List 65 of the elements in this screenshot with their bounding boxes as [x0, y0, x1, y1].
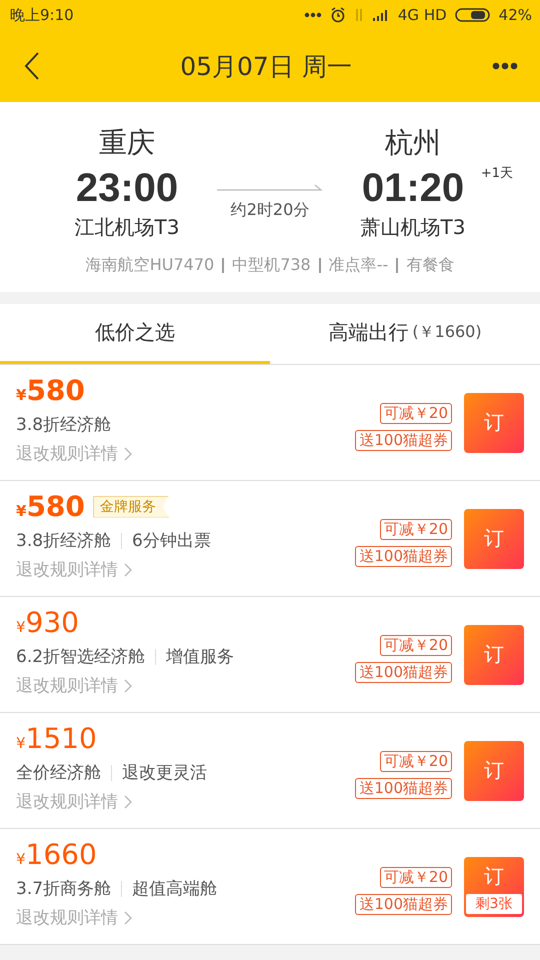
chevron-icon	[124, 446, 132, 460]
cabin-tag: 超值高端舱	[132, 877, 218, 900]
cabin-tag: 增值服务	[166, 645, 234, 668]
arrival-city: 杭州	[385, 125, 441, 161]
cabin-tag: 3.8折经济舱	[16, 413, 112, 436]
alarm-icon	[330, 7, 346, 23]
back-icon	[24, 52, 40, 80]
flight-detail: 有餐食	[406, 255, 454, 276]
cabin-tag: 6分钟出票	[132, 529, 211, 552]
coupon-tag: 送100猫超券	[355, 662, 452, 682]
discount-tag: 可减￥20	[380, 866, 452, 888]
fare-tab[interactable]: 高端出行 (￥1660)	[270, 304, 540, 364]
discount-tag: 可减￥20	[380, 518, 452, 540]
chevron-icon	[124, 562, 132, 576]
seats-left-label: 剩3张	[466, 894, 522, 914]
book-button[interactable]: 订	[464, 740, 524, 800]
fare-price: ¥1660	[16, 838, 97, 871]
battery-icon	[454, 7, 491, 23]
flight-duration: 约2时20分	[230, 200, 310, 221]
cabin-tag: 退改更灵活	[122, 761, 207, 784]
discount-tag: 可减￥20	[380, 634, 452, 656]
fare-price: ¥580	[16, 374, 85, 407]
flight-detail: 准点率--	[328, 255, 388, 276]
book-button[interactable]: 订	[464, 508, 524, 568]
coupon-tag: 送100猫超券	[355, 546, 452, 566]
departure-city: 重庆	[99, 125, 155, 161]
flight-detail: 海南航空HU7470	[86, 255, 214, 276]
more-icon	[492, 62, 518, 70]
chevron-icon	[124, 910, 132, 924]
rules-link[interactable]: 退改规则详情	[16, 906, 356, 929]
rules-link[interactable]: 退改规则详情	[16, 674, 356, 697]
book-button[interactable]: 订	[464, 624, 524, 684]
discount-tag: 可减￥20	[380, 750, 452, 772]
status-time: 晚上9:10	[10, 6, 74, 24]
tab-price-note: (￥1660)	[412, 322, 482, 343]
fare-price: ¥580	[16, 490, 85, 523]
more-icon	[304, 12, 322, 18]
service-badge: 金牌服务	[92, 496, 169, 518]
departure-airport: 江北机场T3	[74, 214, 180, 241]
rules-link[interactable]: 退改规则详情	[16, 442, 356, 465]
coupon-tag: 送100猫超券	[355, 430, 452, 450]
coupon-tag: 送100猫超券	[355, 894, 452, 914]
coupon-tag: 送100猫超券	[355, 778, 452, 798]
flight-detail: 中型机738	[232, 255, 311, 276]
rules-link[interactable]: 退改规则详情	[16, 790, 356, 813]
signal-icon	[372, 8, 390, 22]
chevron-icon	[124, 794, 132, 808]
chevron-icon	[124, 678, 132, 692]
cabin-tag: 3.7折商务舱	[16, 877, 112, 900]
battery-percent: 42%	[498, 6, 532, 24]
discount-tag: 可减￥20	[380, 402, 452, 424]
book-button[interactable]: 订 剩3张	[464, 856, 524, 916]
network-label: 4G HD	[398, 6, 447, 24]
cabin-tag: 全价经济舱	[16, 761, 101, 784]
next-day-label: +1天	[480, 165, 513, 182]
cabin-tag: 3.8折经济舱	[16, 529, 112, 552]
departure-time: 23:00	[76, 165, 178, 212]
rules-link[interactable]: 退改规则详情	[16, 558, 356, 581]
fare-price: ¥930	[16, 606, 79, 639]
page-title: 05月07日 周一	[180, 50, 352, 82]
fare-price: ¥1510	[16, 722, 97, 755]
book-button[interactable]: 订	[464, 392, 524, 452]
arrival-airport: 萧山机场T3	[360, 214, 466, 241]
cabin-tag: 6.2折智选经济舱	[16, 645, 146, 668]
arrival-time: 01:20	[362, 165, 464, 212]
